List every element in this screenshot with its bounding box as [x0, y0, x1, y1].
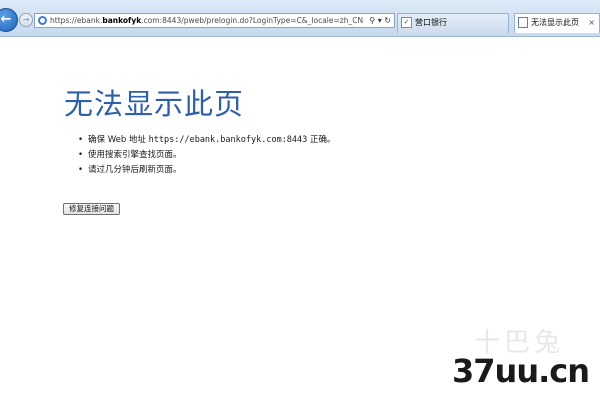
bullet: • — [78, 150, 84, 160]
url-host: bankofyk — [102, 16, 142, 25]
tip-url: https://ebank.bankofyk.com:8443 — [148, 135, 308, 145]
address-url[interactable]: https://ebank.bankofyk.com:8443/pweb/pre… — [50, 15, 363, 27]
list-item: • 使用搜索引擎查找页面。 — [78, 148, 335, 163]
checkbox-icon: ✓ — [401, 17, 412, 28]
url-suffix: .com:8443/pweb/prelogin.do?LoginType=C&_… — [141, 16, 364, 25]
tab-cannot-display[interactable]: 无法显示此页 × — [514, 13, 600, 33]
tips-list: • 确保 Web 地址 https://ebank.bankofyk.com:84… — [78, 133, 335, 178]
arrow-left-icon: ← — [0, 12, 12, 27]
tab-label: 无法显示此页 — [531, 18, 579, 27]
fix-connection-button[interactable]: 修复连接问题 — [63, 203, 120, 215]
tip-text: 请过几分钟后刷新页面。 — [88, 165, 182, 175]
address-bar[interactable]: https://ebank.bankofyk.com:8443/pweb/pre… — [34, 13, 395, 28]
arrow-right-icon: → — [22, 15, 30, 24]
page-title: 无法显示此页 — [64, 87, 245, 121]
bullet: • — [78, 135, 84, 145]
tab-label: 营口银行 — [415, 18, 447, 27]
url-prefix: https://ebank. — [50, 16, 103, 25]
tip-text-end: 正确。 — [307, 135, 336, 145]
list-item: • 确保 Web 地址 https://ebank.bankofyk.com:84… — [78, 133, 335, 148]
tab-yingkou-bank[interactable]: ✓ 营口银行 — [397, 13, 509, 33]
browser-window: ← → https://ebank.bankofyk.com:8443/pweb… — [0, 0, 600, 400]
browser-toolbar: ← → https://ebank.bankofyk.com:8443/pweb… — [0, 0, 600, 37]
bullet: • — [78, 165, 84, 175]
forward-button[interactable]: → — [19, 13, 33, 27]
page-icon — [518, 17, 528, 28]
close-icon[interactable]: × — [588, 14, 595, 32]
tip-text: 使用搜索引擎查找页面。 — [88, 150, 182, 160]
list-item: • 请过几分钟后刷新页面。 — [78, 163, 335, 178]
back-button[interactable]: ← — [0, 8, 18, 32]
tip-text: 确保 Web 地址 — [88, 135, 149, 145]
watermark-site-text: 37uu.cn — [452, 352, 590, 390]
ie-page-icon — [38, 16, 47, 25]
address-controls[interactable]: ⚲ ▾ ↻ — [369, 15, 391, 27]
